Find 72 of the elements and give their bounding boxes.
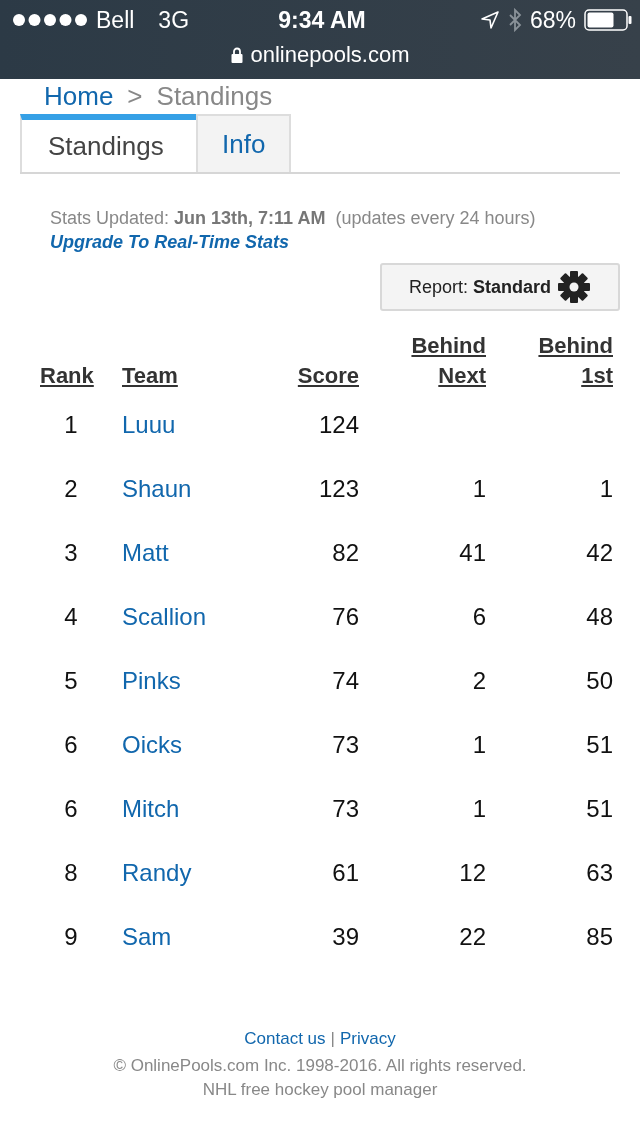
table-cell: 12: [459, 859, 486, 887]
tagline-text: NHL free hockey pool manager: [201, 1083, 439, 1097]
url-text[interactable]: onlinepools.com: [250, 42, 410, 68]
table-cell: 6: [64, 731, 78, 759]
table-cell: 4: [64, 603, 78, 631]
table-cell: 1: [472, 475, 486, 503]
location-arrow-icon: [479, 10, 500, 30]
table-cell: 2: [472, 667, 486, 695]
team-link[interactable]: Oicks: [122, 731, 182, 759]
table-cell: 9: [64, 923, 78, 951]
table-cell: 1: [599, 475, 613, 503]
table-cell: 6: [64, 795, 78, 823]
table-cell: 2: [64, 475, 78, 503]
battery-icon: [584, 9, 632, 31]
table-cell: 1: [472, 795, 486, 823]
table-cell: 22: [459, 923, 486, 951]
footer-link[interactable]: Privacy: [339, 1029, 396, 1049]
table-cell: 123: [318, 475, 359, 503]
column-header[interactable]: Score: [297, 361, 359, 393]
table-cell: 5: [64, 667, 78, 695]
carrier-label: Bell: [96, 6, 135, 34]
table-cell: 42: [586, 539, 613, 567]
table-cell: 61: [332, 859, 359, 887]
battery-percent: 68%: [529, 6, 576, 34]
team-link[interactable]: Pinks: [122, 667, 181, 695]
signal-icon: [12, 13, 90, 27]
breadcrumb-current: Standings: [156, 81, 273, 111]
column-header[interactable]: Behind Next: [411, 331, 486, 393]
report-button[interactable]: Report: Standard: [380, 263, 620, 311]
link-separator: |: [330, 1029, 335, 1049]
column-header[interactable]: Team: [122, 361, 178, 393]
table-cell: 82: [332, 539, 359, 567]
column-header[interactable]: Rank: [40, 361, 94, 393]
tab[interactable]: Standings: [20, 114, 196, 172]
stats-updated-text: Stats Updated: Jun 13th, 7:11 AM (updates every 24 hours): [50, 207, 537, 230]
team-link[interactable]: Luuu: [122, 411, 176, 439]
team-link[interactable]: Randy: [122, 859, 192, 887]
table-cell: 3: [64, 539, 78, 567]
footer-link[interactable]: Contact us: [244, 1029, 326, 1049]
table-cell: 41: [459, 539, 486, 567]
table-cell: 8: [64, 859, 78, 887]
team-link[interactable]: Sam: [122, 923, 172, 951]
clock: 9:34 AM: [278, 6, 366, 34]
team-link[interactable]: Shaun: [122, 475, 192, 503]
team-link[interactable]: Scallion: [122, 603, 207, 631]
table-cell: 48: [586, 603, 613, 631]
tab[interactable]: Info: [196, 114, 292, 172]
table-cell: 63: [586, 859, 613, 887]
column-header[interactable]: Behind 1st: [538, 331, 613, 393]
breadcrumb-separator: >: [127, 81, 143, 111]
bluetooth-icon: [507, 8, 522, 32]
table-cell: 39: [332, 923, 359, 951]
team-link[interactable]: Matt: [122, 539, 169, 567]
copyright-text: © OnlinePools.com Inc. 1998-2016. All rights reserved.: [112, 1059, 528, 1073]
table-cell: 85: [586, 923, 613, 951]
table-cell: 76: [332, 603, 359, 631]
upgrade-link[interactable]: Upgrade To Real-Time Stats: [50, 232, 290, 253]
table-cell: 51: [586, 795, 613, 823]
table-cell: 50: [586, 667, 613, 695]
gear-icon: [557, 270, 591, 304]
table-cell: 73: [332, 795, 359, 823]
table-cell: 1: [472, 731, 486, 759]
table-cell: 51: [586, 731, 613, 759]
table-cell: 74: [332, 667, 359, 695]
team-link[interactable]: Mitch: [122, 795, 180, 823]
table-cell: 6: [472, 603, 486, 631]
network-label: 3G: [158, 6, 190, 34]
breadcrumb-link[interactable]: Home: [44, 81, 114, 111]
table-cell: 1: [64, 411, 78, 439]
table-cell: 124: [318, 411, 359, 439]
table-cell: 73: [332, 731, 359, 759]
lock-icon: [230, 47, 243, 63]
